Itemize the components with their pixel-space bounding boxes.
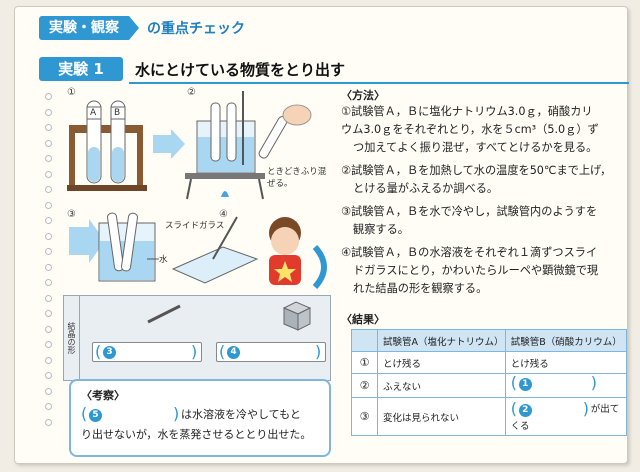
result-cell-a: とけ残る (377, 351, 506, 374)
step2-number: ② (187, 87, 196, 98)
answer-blank-3[interactable]: ( 3 ) (92, 342, 202, 362)
test-tube-rack-illustration (67, 100, 147, 191)
result-cell-a: ふえない (377, 373, 506, 398)
figure-step3: ③ 水 (63, 207, 173, 289)
method-line: ④試験管Ａ，Ｂの水溶液をそれぞれ１滴ずつスライ (341, 246, 598, 259)
discussion-title: 〈考察〉 (81, 389, 125, 402)
page-header: 実験・観察 の重点チェック (39, 15, 245, 41)
method-line: ウム3.0ｇをそれぞれとり，水を５cm³（5.0ｇ）ず (341, 123, 599, 136)
discussion-text-1: は水溶液を冷やしてもと (181, 408, 301, 421)
table-row: ② ふえない ( 1 ) (351, 373, 628, 398)
answer-number-2: 2 (518, 403, 532, 417)
title-underline (129, 82, 629, 84)
table-corner-cell (351, 329, 378, 352)
figure-step1: ① A B (63, 85, 153, 195)
slide-glass-label: スライドガラス (165, 221, 225, 231)
table-header-row: 試験管A（塩化ナトリウム） 試験管B（硝酸カリウム） (351, 329, 628, 352)
method-line: ①試験管Ａ，Ｂに塩化ナトリウム3.0ｇ，硝酸カリ (341, 105, 593, 118)
figure-step4: ④ スライドガラス (165, 207, 335, 293)
result-text-after-blank: が出て (590, 404, 620, 416)
step2-caption-line1: ときどきふり混 (267, 167, 327, 177)
experiment-section-title: 実験 1 水にとけている物質をとり出す (39, 57, 629, 84)
result-text-line2: くる (510, 420, 530, 432)
results-title: 〈結果〉 (341, 313, 385, 326)
table-row: ③ 変化は見られない ( 2 ) が出て くる (351, 397, 628, 436)
crystal-shape-label: 結晶の形 (64, 296, 80, 380)
tube-a-label: A (90, 108, 97, 118)
method-line: れた結晶の形を観察する。 (353, 282, 488, 295)
discussion-line2: り出せないが，水を蒸発させるととり出せた。 (81, 428, 312, 441)
answer-blank-2[interactable]: ( 2 ) が出て くる (504, 397, 628, 436)
method-line: ②試験管Ａ，Ｂを加熱して水の温度を50℃まで上げ， (341, 164, 612, 177)
heating-beaker-illustration (185, 91, 312, 200)
header-tag: 実験・観察 (39, 16, 129, 40)
column-header-tube-a: 試験管A（塩化ナトリウム） (377, 329, 506, 352)
figure-step2: ② ときどきふり混 ぜる。 (185, 85, 335, 205)
answer-blank-1[interactable]: ( 1 ) (504, 373, 628, 398)
method-title: 〈方法〉 (341, 89, 385, 102)
table-row: ① とけ残る とけ残る (351, 351, 628, 374)
crystal-shape-panel: 結晶の形 ( 3 ) ( 4 ) (63, 295, 331, 381)
answer-number-4: 4 (227, 346, 240, 359)
cooling-beaker-illustration (69, 212, 159, 282)
discussion-box: 〈考察〉 ( 5 ) は水溶液を冷やしてもと り出せないが，水を蒸発させるととり… (69, 379, 331, 457)
step1-number: ① (67, 87, 76, 98)
method-line: とける量がふえるか調べる。 (353, 182, 499, 195)
discussion-line1: ( 5 ) は水溶液を冷やしてもと (81, 405, 301, 423)
row-number: ② (351, 373, 378, 398)
answer-number-1: 1 (518, 378, 532, 391)
step3-number: ③ (67, 209, 76, 220)
row-number: ③ (351, 397, 378, 436)
column-header-tube-b: 試験管B（硝酸カリウム） (504, 329, 628, 352)
binding-dots (45, 93, 55, 463)
answer-number-5: 5 (89, 409, 102, 422)
answer-blank-5[interactable]: ( 5 ) (81, 405, 181, 423)
arrow-right-icon (153, 129, 185, 159)
experiment-title: 水にとけている物質をとり出す (135, 61, 346, 79)
method-line: 観察する。 (353, 223, 409, 236)
worksheet-page: 実験・観察 の重点チェック 実験 1 水にとけている物質をとり出す ① A B (14, 6, 629, 464)
answer-blank-4[interactable]: ( 4 ) (216, 342, 326, 362)
experiment-tag: 実験 1 (39, 57, 123, 81)
results-table: 試験管A（塩化ナトリウム） 試験管B（硝酸カリウム） ① とけ残る とけ残る ②… (351, 329, 628, 436)
answer-number-3: 3 (103, 346, 116, 359)
cube-crystal-icon (282, 301, 312, 331)
result-cell-a: 変化は見られない (377, 397, 506, 436)
header-tag-arrow (129, 16, 139, 40)
method-line: つ加えてよく振り混ぜ，すべてとけるかを見る。 (353, 141, 598, 154)
header-title: の重点チェック (147, 21, 245, 37)
method-line: ③試験管Ａ，Ｂを水で冷やし，試験管内のようすを (341, 205, 598, 218)
step2-caption-line2: ぜる。 (267, 179, 293, 189)
result-cell-b: とけ残る (504, 351, 628, 374)
method-line: ドガラスにとり，かわいたらルーペや顕微鏡で現 (353, 264, 599, 277)
needle-crystal-icon (147, 304, 181, 324)
row-number: ① (351, 351, 378, 374)
tube-b-label: B (114, 108, 121, 118)
